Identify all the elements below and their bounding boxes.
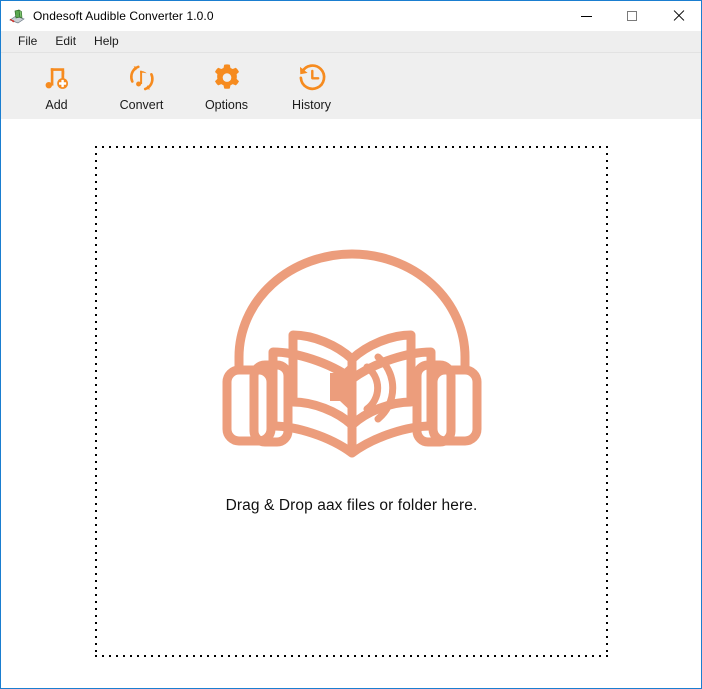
drop-zone-text: Drag & Drop aax files or folder here. [225, 497, 478, 514]
minimize-button[interactable] [563, 1, 609, 31]
audiobook-headphones-book-speaker-icon [222, 249, 481, 458]
toolbar-button-history[interactable]: History [269, 58, 354, 113]
minimize-icon [580, 15, 592, 17]
window-title: Ondesoft Audible Converter 1.0.0 [33, 9, 214, 23]
drop-zone[interactable]: Drag & Drop aax files or folder here. [95, 146, 608, 657]
menu-item-file[interactable]: File [9, 32, 46, 51]
close-icon [672, 10, 684, 22]
gear-icon [214, 64, 239, 89]
toolbar-button-convert[interactable]: Convert [99, 58, 184, 113]
window-controls [563, 1, 701, 31]
toolbar-button-options[interactable]: Options [184, 58, 269, 113]
menu-item-help[interactable]: Help [85, 32, 128, 51]
close-button[interactable] [655, 1, 701, 31]
toolbar: Add Convert Options History [1, 53, 701, 119]
toolbar-label-options: Options [204, 98, 249, 112]
toolbar-label-add: Add [45, 98, 68, 112]
app-window: Ondesoft Audible Converter 1.0.0 File Ed… [0, 0, 702, 689]
toolbar-button-add[interactable]: Add [14, 58, 99, 113]
clock-history-icon [299, 64, 325, 91]
maximize-icon [627, 11, 637, 21]
app-logo-icon [9, 8, 25, 24]
menu-item-edit[interactable]: Edit [46, 32, 85, 51]
menu-bar: File Edit Help [1, 31, 701, 53]
music-note-add-icon [45, 68, 68, 89]
convert-circular-arrows-note-icon [129, 65, 154, 91]
toolbar-label-convert: Convert [119, 98, 164, 112]
title-bar: Ondesoft Audible Converter 1.0.0 [1, 1, 701, 31]
main-content: Drag & Drop aax files or folder here. [1, 119, 701, 688]
maximize-button[interactable] [609, 1, 655, 31]
toolbar-label-history: History [292, 98, 331, 112]
